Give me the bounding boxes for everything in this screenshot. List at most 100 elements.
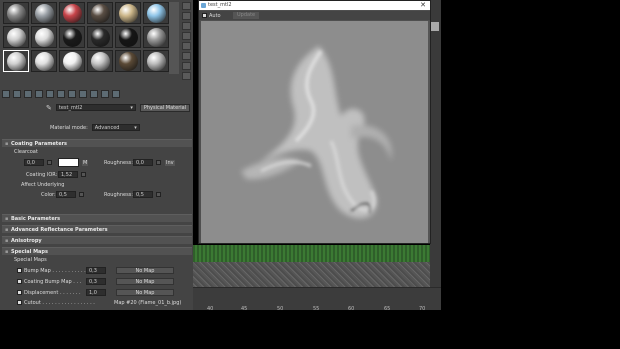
cutout-map-button[interactable]: Map #20 (Flame_01_b.jpg) [114,300,181,306]
assign-to-selection-icon[interactable] [24,90,32,98]
material-sphere-icon [91,52,110,71]
roughness-underlying-value[interactable]: 0,5 [133,191,153,198]
material-sample-slot[interactable] [31,26,57,48]
make-unique-icon[interactable] [46,90,54,98]
sample-type-button[interactable] [182,2,191,10]
material-sphere-icon [63,52,82,71]
coating-bump-checkbox[interactable] [17,279,22,284]
coating-bump-amount[interactable]: 0,3 [86,278,106,285]
rollout-anisotropy[interactable]: Anisotropy [2,236,192,245]
coating-bump-button[interactable]: No Map [116,278,174,285]
timeline-tick: 55 [313,306,320,312]
material-sphere-icon [7,52,26,71]
m-button[interactable]: M [82,160,89,166]
material-mode-select[interactable]: Advanced ▾ [91,124,140,131]
coating-color-swatch[interactable] [58,158,79,167]
rollout-advanced-reflectance[interactable]: Advanced Reflectance Parameters [2,225,192,234]
roughness-underlying-spinner[interactable] [156,192,161,197]
sample-slots-scrollbar[interactable] [169,2,179,74]
make-preview-button[interactable] [182,52,191,60]
timeline-tick: 45 [241,306,248,312]
put-to-library-icon[interactable] [57,90,65,98]
options-button[interactable] [182,62,191,70]
material-sample-slot[interactable] [59,2,85,24]
get-material-icon[interactable] [2,90,10,98]
material-sample-slot[interactable] [3,26,29,48]
clearcoat-map-button[interactable] [47,160,52,165]
rollout-coating-parameters[interactable]: Coating Parameters [2,139,192,148]
viewport-scroll-handle[interactable] [431,22,439,31]
material-sample-slot[interactable] [143,50,169,72]
material-sample-slot[interactable] [115,26,141,48]
uv-tiling-button[interactable] [182,32,191,40]
rollout-special-maps[interactable]: Special Maps [2,247,192,256]
material-sphere-icon [63,28,82,47]
inv-button[interactable]: Inv [165,160,175,166]
material-sample-slot[interactable] [115,50,141,72]
auto-checkbox[interactable] [202,13,207,18]
update-button[interactable]: Update [233,12,260,19]
material-sample-slot[interactable] [31,2,57,24]
bump-map-button[interactable]: No Map [116,267,174,274]
material-mode-label: Material mode: [50,124,88,131]
timeline-ruler[interactable]: 40 45 50 55 60 65 70 [193,287,441,312]
material-sphere-icon [35,52,54,71]
material-mode-value: Advanced [94,125,120,131]
roughness-map-button[interactable] [156,160,161,165]
sample-side-toolbar [182,2,192,80]
video-color-check-button[interactable] [182,42,191,50]
color-value[interactable]: 0,5 [56,191,76,198]
material-sample-slot[interactable] [87,26,113,48]
material-editor-panel: ✎ test_mtl2 ▾ Physical Material Material… [0,0,193,310]
clearcoat-value[interactable]: 0,0 [24,159,44,166]
eyedropper-icon[interactable]: ✎ [46,104,52,112]
backlight-button[interactable] [182,12,191,20]
displacement-checkbox[interactable] [17,290,22,295]
material-sample-slot[interactable] [3,2,29,24]
show-shaded-icon[interactable] [79,90,87,98]
material-sample-slot[interactable] [143,26,169,48]
material-type-button[interactable]: Physical Material [139,103,191,112]
go-forward-sibling-icon[interactable] [112,90,120,98]
close-icon[interactable]: ✕ [420,1,426,10]
show-end-result-icon[interactable] [90,90,98,98]
rollout-basic-parameters[interactable]: Basic Parameters [2,214,192,223]
displacement-label: Displacement . . . . . . . [24,290,81,296]
material-sample-slot[interactable] [31,50,57,72]
go-to-parent-icon[interactable] [101,90,109,98]
preview-render [201,21,428,243]
coating-ior-label: Coating IOR: [26,172,58,178]
put-to-scene-icon[interactable] [13,90,21,98]
material-id-channel-icon[interactable] [68,90,76,98]
preview-scrollbar[interactable] [428,21,430,243]
chevron-down-icon: ▾ [130,105,133,111]
material-sample-slot[interactable] [115,2,141,24]
preview-title-bar[interactable]: test_mtl2 ✕ [199,1,430,10]
background-button[interactable] [182,22,191,30]
material-preview-window: test_mtl2 ✕ Auto Update [198,0,431,244]
material-sample-slot[interactable] [3,50,29,72]
chevron-down-icon: ▾ [134,125,137,131]
displacement-amount[interactable]: 1,0 [86,289,106,296]
material-sphere-icon [63,4,82,23]
select-by-material-button[interactable] [182,72,191,80]
bump-map-label: Bump Map . . . . . . . . . . . [24,268,86,274]
material-sample-slot[interactable] [143,2,169,24]
roughness-value[interactable]: 0,0 [133,159,153,166]
sample-slots-grid [3,2,169,74]
material-sample-slot[interactable] [59,50,85,72]
material-sample-slot[interactable] [59,26,85,48]
material-sample-slot[interactable] [87,50,113,72]
bump-map-amount[interactable]: 0,3 [86,267,106,274]
special-maps-label: Special Maps [14,257,47,263]
coating-ior-value[interactable]: 1,52 [58,171,78,178]
color-spinner[interactable] [79,192,84,197]
displacement-button[interactable]: No Map [116,289,174,296]
bump-map-checkbox[interactable] [17,268,22,273]
material-name-field[interactable]: test_mtl2 ▾ [55,104,136,111]
material-sample-slot[interactable] [87,2,113,24]
material-sphere-icon [35,28,54,47]
ior-spinner[interactable] [81,172,86,177]
cutout-checkbox[interactable] [17,300,22,305]
reset-map-icon[interactable] [35,90,43,98]
